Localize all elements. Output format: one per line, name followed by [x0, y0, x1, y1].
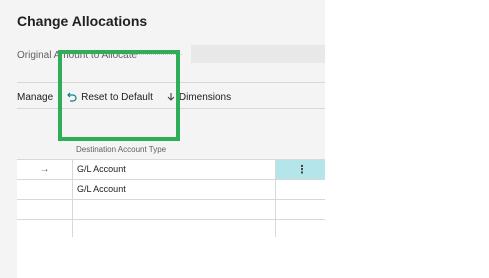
destination-account-type-cell[interactable]: G/L Account — [77, 160, 126, 179]
table-row[interactable]: → G/L Account ⋮ — [17, 159, 325, 180]
right-arrow-icon: → — [17, 160, 73, 179]
page-title: Change Allocations — [17, 13, 148, 29]
highlight-box — [58, 50, 180, 141]
row-marker — [17, 200, 73, 219]
allocations-grid: → G/L Account ⋮ G/L Account — [17, 159, 325, 240]
row-marker — [17, 180, 73, 199]
grid-empty-area — [17, 237, 325, 278]
column-header-destination-account-type: Destination Account Type — [76, 145, 167, 154]
dimensions-label: Dimensions — [178, 91, 232, 103]
row-cell-right[interactable] — [275, 200, 325, 219]
manage-button[interactable]: Manage — [17, 92, 53, 103]
original-amount-field[interactable] — [191, 45, 325, 63]
more-vertical-icon[interactable]: ⋮ — [275, 160, 325, 179]
table-row[interactable]: G/L Account — [17, 180, 325, 200]
destination-account-type-cell[interactable]: G/L Account — [77, 180, 126, 199]
row-cell-right[interactable] — [275, 180, 325, 199]
table-row[interactable] — [17, 200, 325, 220]
manage-label: Manage — [17, 91, 54, 103]
